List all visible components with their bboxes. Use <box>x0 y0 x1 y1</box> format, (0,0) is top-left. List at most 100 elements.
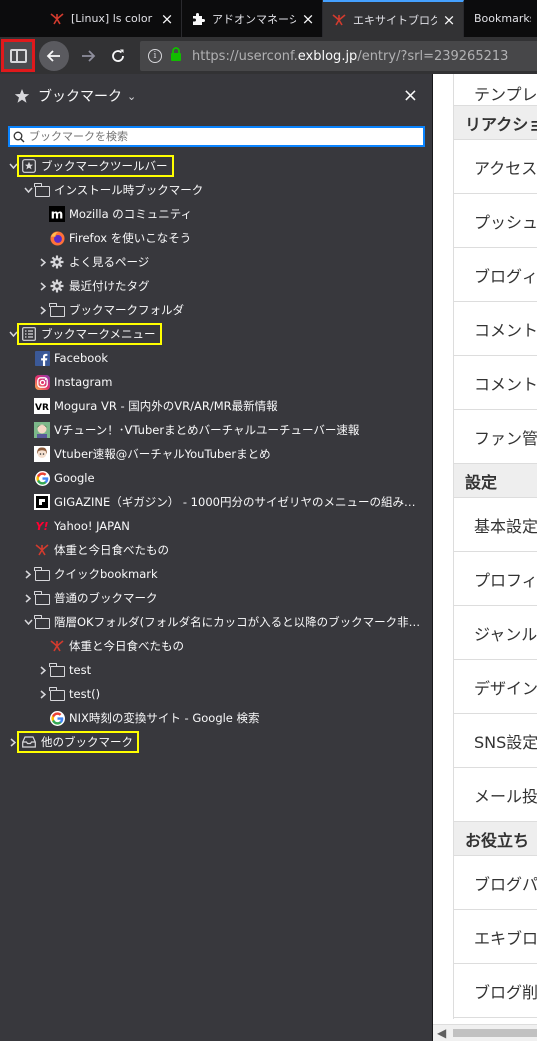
menu-item[interactable]: ファン管 <box>454 410 537 464</box>
menu-item[interactable]: コメント <box>454 302 537 356</box>
bookmark-entry[interactable]: Vtuber速報@バーチャルYouTuberまとめ <box>34 446 279 462</box>
bookmark-entry[interactable]: ブックマークフォルダ <box>49 302 192 318</box>
close-sidebar-button[interactable]: × <box>403 87 418 105</box>
chevron-down-icon[interactable] <box>7 322 19 346</box>
bookmark-entry[interactable]: Instagram <box>34 374 121 390</box>
menu-item[interactable]: デザイン <box>454 660 537 714</box>
chevron-right-icon[interactable] <box>37 250 49 274</box>
bookmark-row[interactable]: 階層OKフォルダ(フォルダ名にカッコが入ると以降のブックマーク非表示。非表... <box>0 610 432 634</box>
bookmark-row[interactable]: Vチューン！･VTuberまとめバーチャルユーチューバー速報 <box>0 418 432 442</box>
bookmark-entry[interactable]: 体重と今日食べたもの <box>49 638 192 654</box>
sidebar-toggle-button[interactable] <box>1 39 35 72</box>
bookmark-row[interactable]: ブックマークツールバー <box>0 154 432 178</box>
horizontal-scrollbar[interactable]: ◀ <box>433 1024 537 1041</box>
bookmark-entry[interactable]: Y! Yahoo! JAPAN <box>34 518 138 534</box>
bookmark-row[interactable]: よく見るページ <box>0 250 432 274</box>
bookmark-entry[interactable]: Google <box>34 470 103 486</box>
bookmark-row[interactable]: Google <box>0 466 432 490</box>
bookmark-row[interactable]: GIGAZINE（ギガジン） - 1000円分のサイゼリヤのメニューの組み合わせ… <box>0 490 432 514</box>
bookmark-entry[interactable]: クイックbookmark <box>34 566 166 582</box>
menu-item[interactable]: ブログパ <box>454 856 537 910</box>
chevron-right-icon[interactable] <box>7 730 19 754</box>
menu-item[interactable]: ジャンル <box>454 606 537 660</box>
bookmark-entry[interactable]: NIX時刻の変換サイト - Google 検索 <box>49 710 268 726</box>
bookmark-row[interactable]: 体重と今日食べたもの <box>0 538 432 562</box>
menu-item-cut[interactable]: テンプレ <box>454 74 537 106</box>
chevron-right-icon[interactable] <box>22 562 34 586</box>
bookmark-row[interactable]: test <box>0 658 432 682</box>
bookmark-row[interactable]: Y! Yahoo! JAPAN <box>0 514 432 538</box>
sidebar-header[interactable]: ブックマーク ⌄ × <box>0 74 432 118</box>
bookmark-row[interactable]: m Mozilla のコミュニティ <box>0 202 432 226</box>
bookmark-row[interactable]: インストール時ブックマーク <box>0 178 432 202</box>
bookmark-entry[interactable]: ブックマークツールバー <box>17 155 174 177</box>
bookmark-entry[interactable]: Facebook <box>34 350 116 366</box>
menu-item[interactable]: アクセス <box>454 140 537 194</box>
tab-bookmarks[interactable]: Bookmarks <box>464 0 537 37</box>
bookmark-entry[interactable]: GIGAZINE（ギガジン） - 1000円分のサイゼリヤのメニューの組み合わせ… <box>34 494 432 510</box>
chevron-right-icon[interactable] <box>37 274 49 298</box>
bookmark-entry[interactable]: Firefox を使いこなそう <box>49 230 199 246</box>
bookmark-row[interactable]: 他のブックマーク <box>0 730 432 754</box>
bookmark-entry[interactable]: 最近付けたタグ <box>49 278 158 294</box>
bookmark-entry[interactable]: 他のブックマーク <box>17 731 139 753</box>
bookmark-row[interactable]: Facebook <box>0 346 432 370</box>
bookmark-row[interactable]: 普通のブックマーク <box>0 586 432 610</box>
menu-item[interactable]: ブログ削 <box>454 964 537 1018</box>
chevron-down-icon[interactable] <box>22 610 34 634</box>
close-tab-icon[interactable]: × <box>159 10 175 28</box>
info-icon[interactable]: i <box>148 49 162 63</box>
menu-item[interactable]: コメント <box>454 356 537 410</box>
bookmark-row[interactable]: test() <box>0 682 432 706</box>
menu-item[interactable]: プッシュ <box>454 194 537 248</box>
bookmark-entry[interactable]: VR Mogura VR - 国内外のVR/AR/MR最新情報 <box>34 398 286 414</box>
scrollbar-thumb[interactable] <box>453 1029 537 1037</box>
chevron-down-icon[interactable] <box>22 178 34 202</box>
chevron-right-icon[interactable] <box>37 682 49 706</box>
bookmark-row[interactable]: NIX時刻の変換サイト - Google 検索 <box>0 706 432 730</box>
close-tab-icon[interactable]: × <box>300 10 316 28</box>
bookmark-row[interactable]: ブックマークフォルダ <box>0 298 432 322</box>
bookmark-entry[interactable]: m Mozilla のコミュニティ <box>49 206 200 222</box>
bookmark-row[interactable]: Vtuber速報@バーチャルYouTuberまとめ <box>0 442 432 466</box>
sidebar-title[interactable]: ブックマーク <box>38 86 122 106</box>
back-button[interactable] <box>39 41 69 71</box>
bookmark-row[interactable]: クイックbookmark <box>0 562 432 586</box>
bookmark-entry[interactable]: 普通のブックマーク <box>34 590 166 606</box>
bookmark-entry[interactable]: test <box>49 662 99 678</box>
chevron-right-icon[interactable] <box>22 586 34 610</box>
lock-icon[interactable] <box>170 47 182 65</box>
bookmark-entry[interactable]: 体重と今日食べたもの <box>34 542 177 558</box>
chevron-down-icon[interactable]: ⌄ <box>127 90 136 103</box>
chevron-right-icon[interactable] <box>37 658 49 682</box>
bookmark-row[interactable]: Firefox を使いこなそう <box>0 226 432 250</box>
bookmark-entry[interactable]: ブックマークメニュー <box>17 323 162 345</box>
search-input[interactable] <box>29 130 423 143</box>
bookmark-row[interactable]: ブックマークメニュー <box>0 322 432 346</box>
bookmark-row[interactable]: 最近付けたタグ <box>0 274 432 298</box>
reload-button[interactable] <box>104 41 132 71</box>
menu-item[interactable]: SNS設定 <box>454 714 537 768</box>
url-bar[interactable]: i https://userconf. exblog.jp/entry/?srl=… <box>140 41 537 71</box>
tab-linux-ls-color[interactable]: [Linux] ls color × <box>41 0 182 37</box>
bookmark-entry[interactable]: test() <box>49 686 108 702</box>
bookmark-search[interactable] <box>8 126 425 147</box>
tab-exblog[interactable]: エキサイトブログ (ι × <box>323 0 464 37</box>
tab-addon-manager[interactable]: アドオンマネージャ × <box>182 0 323 37</box>
bookmark-entry[interactable]: インストール時ブックマーク <box>34 182 211 198</box>
chevron-right-icon[interactable] <box>37 298 49 322</box>
bookmark-entry[interactable]: よく見るページ <box>49 254 157 270</box>
bookmark-row[interactable]: 体重と今日食べたもの <box>0 634 432 658</box>
bookmark-entry[interactable]: 階層OKフォルダ(フォルダ名にカッコが入ると以降のブックマーク非表示。非表... <box>34 614 432 630</box>
bookmark-row[interactable]: VR Mogura VR - 国内外のVR/AR/MR最新情報 <box>0 394 432 418</box>
forward-button[interactable] <box>74 41 102 71</box>
bookmark-entry[interactable]: Vチューン！･VTuberまとめバーチャルユーチューバー速報 <box>34 422 367 438</box>
menu-item[interactable]: ブログィ <box>454 248 537 302</box>
menu-item[interactable]: 基本設定 <box>454 498 537 552</box>
menu-item[interactable]: エキブロ <box>454 910 537 964</box>
menu-item[interactable]: メール投 <box>454 768 537 822</box>
menu-item[interactable]: プロフィ <box>454 552 537 606</box>
close-tab-icon[interactable]: × <box>441 11 457 29</box>
chevron-down-icon[interactable] <box>7 154 19 178</box>
scroll-left-icon[interactable]: ◀ <box>437 1026 446 1040</box>
